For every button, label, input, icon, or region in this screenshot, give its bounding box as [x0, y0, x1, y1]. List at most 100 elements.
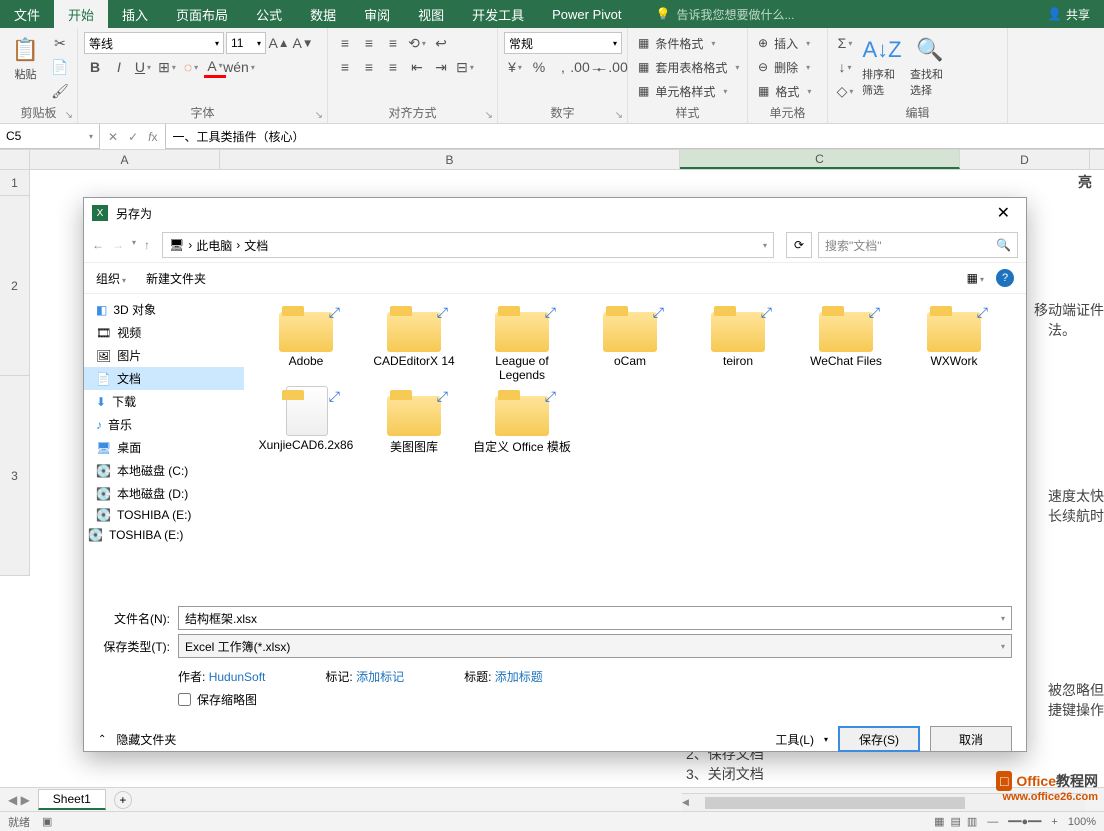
nav-music[interactable]: ♪音乐 — [84, 413, 244, 436]
title-meta-value[interactable]: 添加标题 — [495, 670, 543, 684]
cut-button[interactable]: ✂ — [49, 32, 71, 54]
up-button[interactable]: ↑ — [144, 238, 150, 252]
col-header-b[interactable]: B — [220, 150, 680, 169]
tools-dropdown-icon[interactable]: ▾ — [824, 735, 828, 744]
decrease-decimal-button[interactable]: ←.00 — [600, 56, 622, 78]
tools-button[interactable]: 工具(L) — [775, 731, 814, 748]
currency-button[interactable]: ¥ — [504, 56, 526, 78]
nav-toshiba-e-2[interactable]: 💽TOSHIBA (E:) — [84, 525, 244, 545]
organize-button[interactable]: 组织 — [96, 270, 126, 287]
font-name-select[interactable]: 等线▾ — [84, 32, 224, 54]
nav-videos[interactable]: 🎞视频 — [84, 321, 244, 344]
view-button[interactable]: ▦ — [967, 271, 984, 285]
folder-adobe[interactable]: ⤢Adobe — [252, 302, 360, 386]
tab-view[interactable]: 视图 — [404, 0, 458, 28]
breadcrumb-item[interactable]: 文档 — [244, 237, 268, 254]
sort-filter-button[interactable]: A↓Z 排序和筛选 — [860, 32, 904, 100]
sheet-nav-icon[interactable]: ◀ ▶ — [8, 793, 30, 807]
tell-me[interactable]: 💡 告诉我您想要做什么... — [656, 0, 795, 28]
save-thumbnail-checkbox[interactable] — [178, 693, 191, 706]
nav-disk-c[interactable]: 💽本地磁盘 (C:) — [84, 459, 244, 482]
sheet-tab-sheet1[interactable]: Sheet1 — [38, 789, 106, 810]
tab-formulas[interactable]: 公式 — [242, 0, 296, 28]
number-format-select[interactable]: 常规▾ — [504, 32, 622, 54]
folder-office-template[interactable]: ⤢自定义 Office 模板 — [468, 386, 576, 459]
row-header-3[interactable]: 3 — [0, 376, 30, 576]
nav-desktop[interactable]: 🖥桌面 — [84, 436, 244, 459]
help-icon[interactable]: ? — [996, 269, 1014, 287]
tab-insert[interactable]: 插入 — [108, 0, 162, 28]
new-folder-button[interactable]: 新建文件夹 — [146, 270, 206, 287]
paste-button[interactable]: 📋 粘贴 — [6, 32, 45, 84]
folder-teiron[interactable]: ⤢teiron — [684, 302, 792, 386]
delete-cells-button[interactable]: ⊖删除 — [754, 56, 814, 78]
folder-meitu[interactable]: ⤢美图图库 — [360, 386, 468, 459]
author-value[interactable]: HudunSoft — [209, 670, 266, 684]
fill-button[interactable]: ↓ — [834, 56, 856, 78]
nav-pictures[interactable]: 🖼图片 — [84, 344, 244, 367]
row-header-1[interactable]: 1 — [0, 170, 30, 196]
percent-button[interactable]: % — [528, 56, 550, 78]
clear-button[interactable]: ◇ — [834, 80, 856, 102]
nav-3d-objects[interactable]: ◧3D 对象 — [84, 298, 244, 321]
format-cells-button[interactable]: ▦格式 — [754, 80, 815, 102]
forward-button[interactable]: → — [112, 238, 124, 252]
folder-cadeditorx[interactable]: ⤢CADEditorX 14 — [360, 302, 468, 386]
row-header-2[interactable]: 2 — [0, 196, 30, 376]
folder-ocam[interactable]: ⤢oCam — [576, 302, 684, 386]
files-pane[interactable]: ⤢Adobe ⤢CADEditorX 14 ⤢League of Legends… — [244, 294, 1026, 594]
align-top-button[interactable]: ≡ — [334, 32, 356, 54]
save-button[interactable]: 保存(S) — [838, 726, 920, 752]
scroll-thumb[interactable] — [705, 797, 965, 809]
align-bottom-button[interactable]: ≡ — [382, 32, 404, 54]
italic-button[interactable]: I — [108, 56, 130, 78]
breadcrumb-item[interactable]: 此电脑 — [196, 237, 232, 254]
macro-record-icon[interactable]: ▣ — [42, 815, 52, 828]
tags-value[interactable]: 添加标记 — [356, 670, 404, 684]
view-page-break-button[interactable]: ▥ — [967, 815, 977, 828]
format-as-table-button[interactable]: ▦套用表格格式 — [634, 56, 743, 78]
enter-formula-icon[interactable]: ✓ — [128, 130, 138, 144]
zoom-level[interactable]: 100% — [1068, 816, 1096, 828]
tab-file[interactable]: 文件 — [0, 0, 54, 28]
font-launcher-icon[interactable]: ↘ — [315, 110, 323, 121]
insert-cells-button[interactable]: ⊕插入 — [754, 32, 814, 54]
tab-data[interactable]: 数据 — [296, 0, 350, 28]
tab-page-layout[interactable]: 页面布局 — [162, 0, 242, 28]
formula-bar[interactable]: 一、工具类插件（核心） — [165, 124, 1104, 149]
fx-icon[interactable]: fx — [148, 130, 157, 144]
tab-home[interactable]: 开始 — [54, 0, 108, 28]
close-button[interactable]: ✕ — [989, 203, 1018, 223]
search-input[interactable]: 搜索"文档" 🔍 — [818, 232, 1018, 258]
new-sheet-button[interactable]: + — [114, 791, 132, 809]
bold-button[interactable]: B — [84, 56, 106, 78]
folder-xunjiecad[interactable]: ⤢XunjieCAD6.2x86 — [252, 386, 360, 459]
nav-toshiba-e[interactable]: 💽TOSHIBA (E:) — [84, 505, 244, 525]
filetype-select[interactable]: Excel 工作簿(*.xlsx)▾ — [178, 634, 1012, 658]
back-button[interactable]: ← — [92, 238, 104, 252]
breadcrumb[interactable]: 🖥 › 此电脑 › 文档 ▾ — [162, 232, 774, 258]
cancel-button[interactable]: 取消 — [930, 726, 1012, 752]
conditional-formatting-button[interactable]: ▦条件格式 — [634, 32, 719, 54]
col-header-d[interactable]: D — [960, 150, 1090, 169]
copy-button[interactable]: 📄 — [49, 56, 71, 78]
increase-font-button[interactable]: A▲ — [268, 32, 290, 54]
view-page-layout-button[interactable]: ▤ — [950, 815, 960, 828]
phonetic-button[interactable]: wén — [228, 56, 250, 78]
refresh-button[interactable]: ⟳ — [786, 232, 812, 258]
cell-styles-button[interactable]: ▦单元格样式 — [634, 80, 731, 102]
autosum-button[interactable]: Σ — [834, 32, 856, 54]
nav-downloads[interactable]: ⬇下载 — [84, 390, 244, 413]
increase-indent-button[interactable]: ⇥ — [430, 56, 452, 78]
name-box[interactable]: C5▾ — [0, 124, 100, 149]
align-right-button[interactable]: ≡ — [382, 56, 404, 78]
format-painter-button[interactable]: 🖌 — [49, 80, 71, 102]
chevron-down-icon[interactable]: ⌃ — [98, 734, 106, 745]
col-header-a[interactable]: A — [30, 150, 220, 169]
cancel-formula-icon[interactable]: ✕ — [108, 130, 118, 144]
folder-wechat[interactable]: ⤢WeChat Files — [792, 302, 900, 386]
align-launcher-icon[interactable]: ↘ — [485, 110, 493, 121]
fill-color-button[interactable]: ◌ — [180, 56, 202, 78]
tab-review[interactable]: 审阅 — [350, 0, 404, 28]
folder-wxwork[interactable]: ⤢WXWork — [900, 302, 1008, 386]
